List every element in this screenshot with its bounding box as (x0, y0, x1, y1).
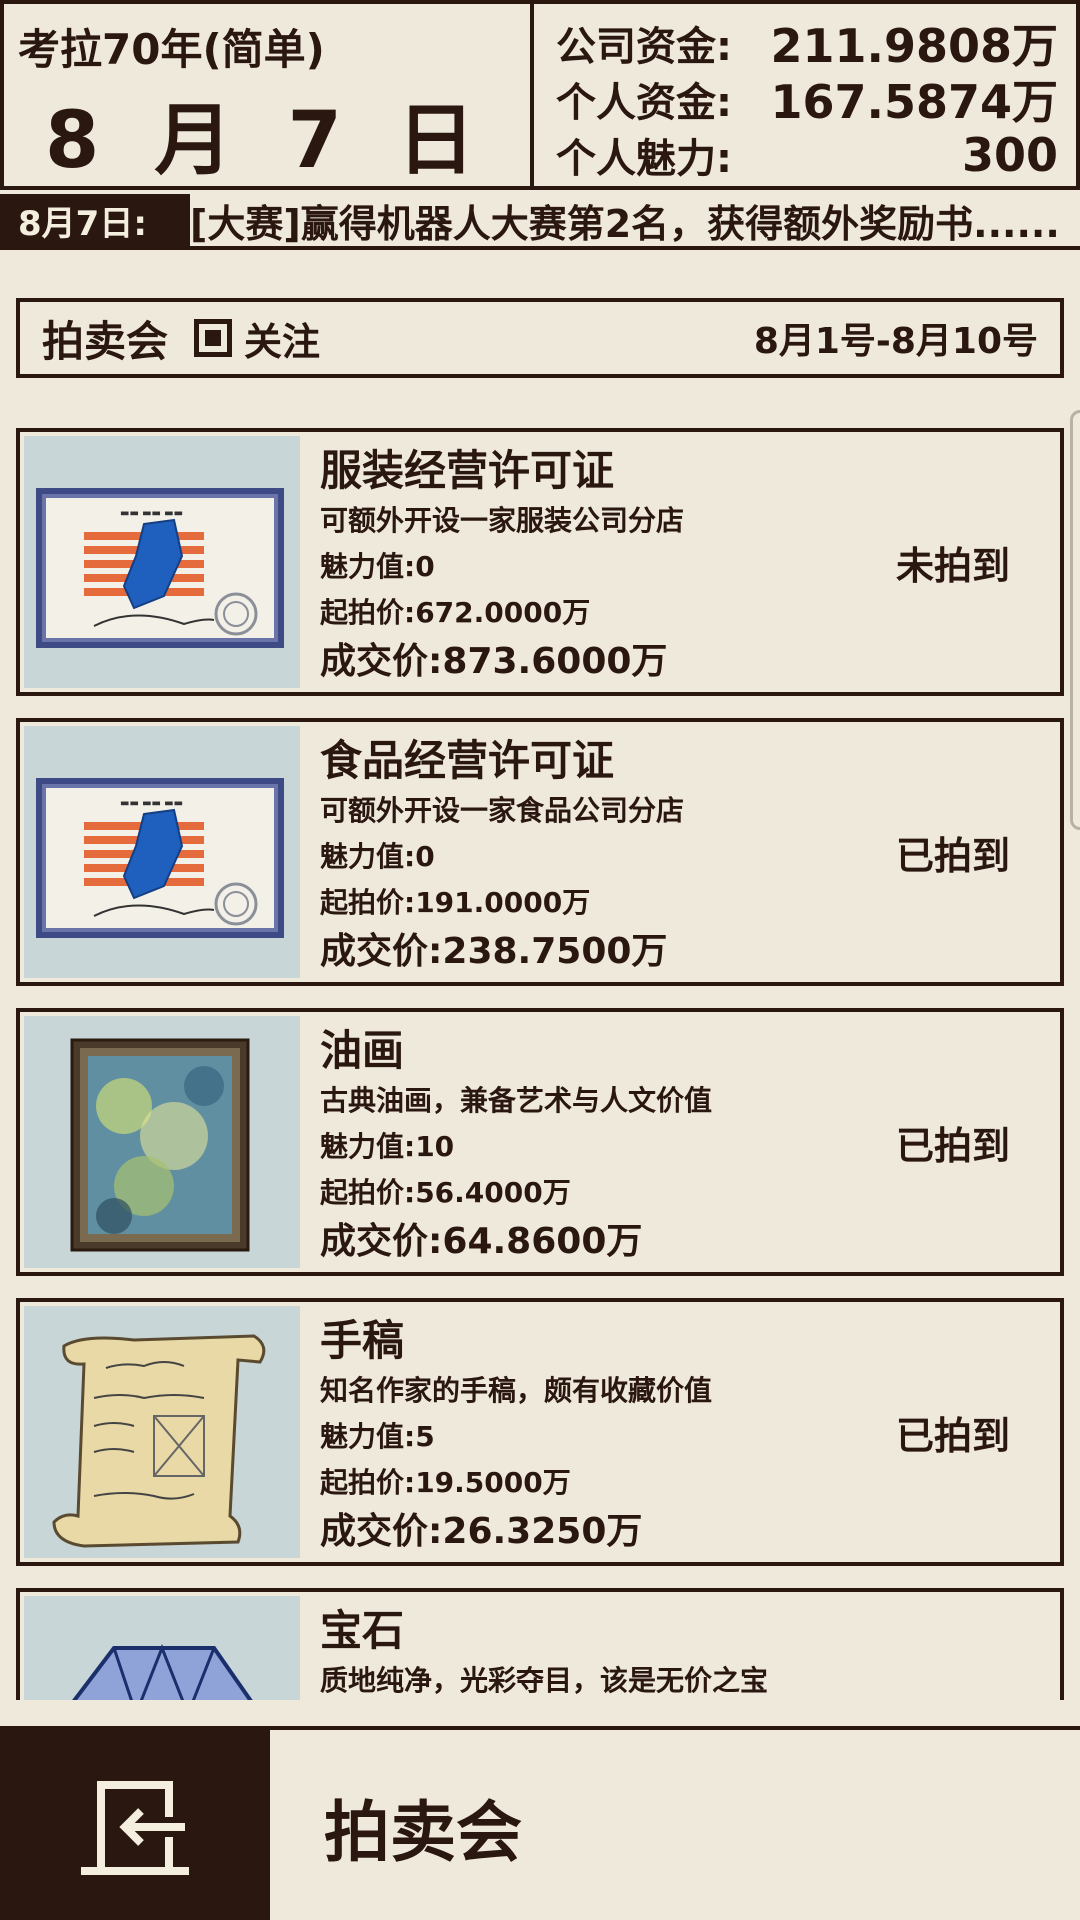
gem-icon (24, 1596, 300, 1700)
oil-painting-icon (24, 1016, 300, 1268)
ticker-date: 8月7日: (0, 194, 190, 246)
company-funds-row: 公司资金: 211.9808万 (556, 16, 1058, 73)
item-start-price: 起拍价:191.0000万 (320, 886, 591, 919)
item-deal-price: 成交价:26.3250万 (320, 1511, 643, 1552)
status-header: 考拉70年(简单) 8 月 7 日 公司资金: 211.9808万 个人资金: … (0, 0, 1080, 190)
news-ticker: 8月7日: [大赛]赢得机器人大赛第2名，获得额外奖励书....... (0, 194, 1080, 250)
auction-item[interactable]: 宝石 质地纯净，光彩夺目，该是无价之宝 (16, 1588, 1064, 1700)
item-name: 宝石 (320, 1606, 405, 1655)
item-deal-price: 成交价:238.7500万 (320, 931, 668, 972)
item-name: 食品经营许可证 (320, 736, 615, 785)
personal-charm-label: 个人魅力: (556, 136, 732, 182)
item-description: 古典油画，兼备艺术与人文价值 (320, 1084, 713, 1117)
bottom-bar: 拍卖会 (0, 1726, 1080, 1920)
game-title: 考拉70年(简单) (18, 25, 325, 74)
personal-charm-row: 个人魅力: 300 (556, 128, 1058, 182)
item-deal-price: 成交价:64.8600万 (320, 1221, 643, 1262)
item-name: 油画 (320, 1026, 405, 1075)
item-description: 可额外开设一家服装公司分店 (320, 504, 685, 537)
manuscript-icon (24, 1306, 300, 1558)
item-charm: 魅力值:10 (320, 1130, 455, 1163)
personal-funds-label: 个人资金: (556, 80, 732, 126)
item-status: 已拍到 (895, 1413, 1010, 1458)
auction-date-range: 8月1号-8月10号 (753, 321, 1038, 362)
follow-label[interactable]: 关注 (244, 311, 320, 366)
exit-icon (81, 1781, 189, 1875)
item-deal-price: 成交价:873.6000万 (320, 641, 668, 682)
item-charm: 魅力值:5 (320, 1420, 435, 1453)
license-icon: ▬▬ ▬▬ ▬▬ (24, 726, 300, 978)
svg-text:▬▬ ▬▬ ▬▬: ▬▬ ▬▬ ▬▬ (120, 508, 183, 519)
funds-panel: 公司资金: 211.9808万 个人资金: 167.5874万 个人魅力: 30… (530, 0, 1080, 190)
auction-item[interactable]: 油画 古典油画，兼备艺术与人文价值 魅力值:10 起拍价:56.4000万 成交… (16, 1008, 1064, 1276)
current-date: 8 月 7 日 (44, 96, 489, 186)
item-status: 未拍到 (895, 543, 1010, 588)
item-description: 可额外开设一家食品公司分店 (320, 794, 685, 827)
item-start-price: 起拍价:19.5000万 (320, 1466, 571, 1499)
page-title: 拍卖会 (324, 1794, 522, 1871)
auction-item[interactable]: 手稿 知名作家的手稿，颇有收藏价值 魅力值:5 起拍价:19.5000万 成交价… (16, 1298, 1064, 1566)
date-panel: 考拉70年(简单) 8 月 7 日 (0, 0, 530, 190)
side-scroll-handle[interactable] (1070, 410, 1080, 830)
item-charm: 魅力值:0 (320, 550, 435, 583)
personal-funds-value: 167.5874万 (770, 75, 1058, 129)
item-name: 手稿 (320, 1316, 405, 1365)
company-funds-label: 公司资金: (556, 24, 732, 70)
item-description: 知名作家的手稿，颇有收藏价值 (320, 1374, 713, 1407)
item-charm: 魅力值:0 (320, 840, 435, 873)
ticker-text: [大赛]赢得机器人大赛第2名，获得额外奖励书....... (190, 201, 1062, 246)
item-status: 已拍到 (895, 833, 1010, 878)
auction-item[interactable]: ▬▬ ▬▬ ▬▬ 食品经营许可证 可额外开设一家食品公司分店 魅力值:0 起拍价… (16, 718, 1064, 986)
checkbox-mark-icon (205, 330, 222, 346)
auction-section-bar: 拍卖会 关注 8月1号-8月10号 (16, 298, 1064, 378)
auction-item[interactable]: ▬▬ ▬▬ ▬▬ 服装经营许可证 可额外开设一家服装公司分店 魅力值:0 起拍价… (16, 428, 1064, 696)
item-status: 已拍到 (895, 1123, 1010, 1168)
section-title: 拍卖会 (42, 316, 169, 366)
back-button[interactable] (0, 1730, 270, 1920)
auction-list[interactable]: ▬▬ ▬▬ ▬▬ 服装经营许可证 可额外开设一家服装公司分店 魅力值:0 起拍价… (16, 428, 1064, 1700)
follow-checkbox[interactable] (194, 319, 233, 357)
item-start-price: 起拍价:56.4000万 (320, 1176, 571, 1209)
personal-charm-value: 300 (961, 128, 1058, 182)
license-icon: ▬▬ ▬▬ ▬▬ (24, 436, 300, 688)
svg-text:▬▬ ▬▬ ▬▬: ▬▬ ▬▬ ▬▬ (120, 798, 183, 809)
item-name: 服装经营许可证 (320, 446, 615, 495)
item-description: 质地纯净，光彩夺目，该是无价之宝 (320, 1664, 769, 1697)
personal-funds-row: 个人资金: 167.5874万 (556, 72, 1058, 129)
item-start-price: 起拍价:672.0000万 (320, 596, 591, 629)
